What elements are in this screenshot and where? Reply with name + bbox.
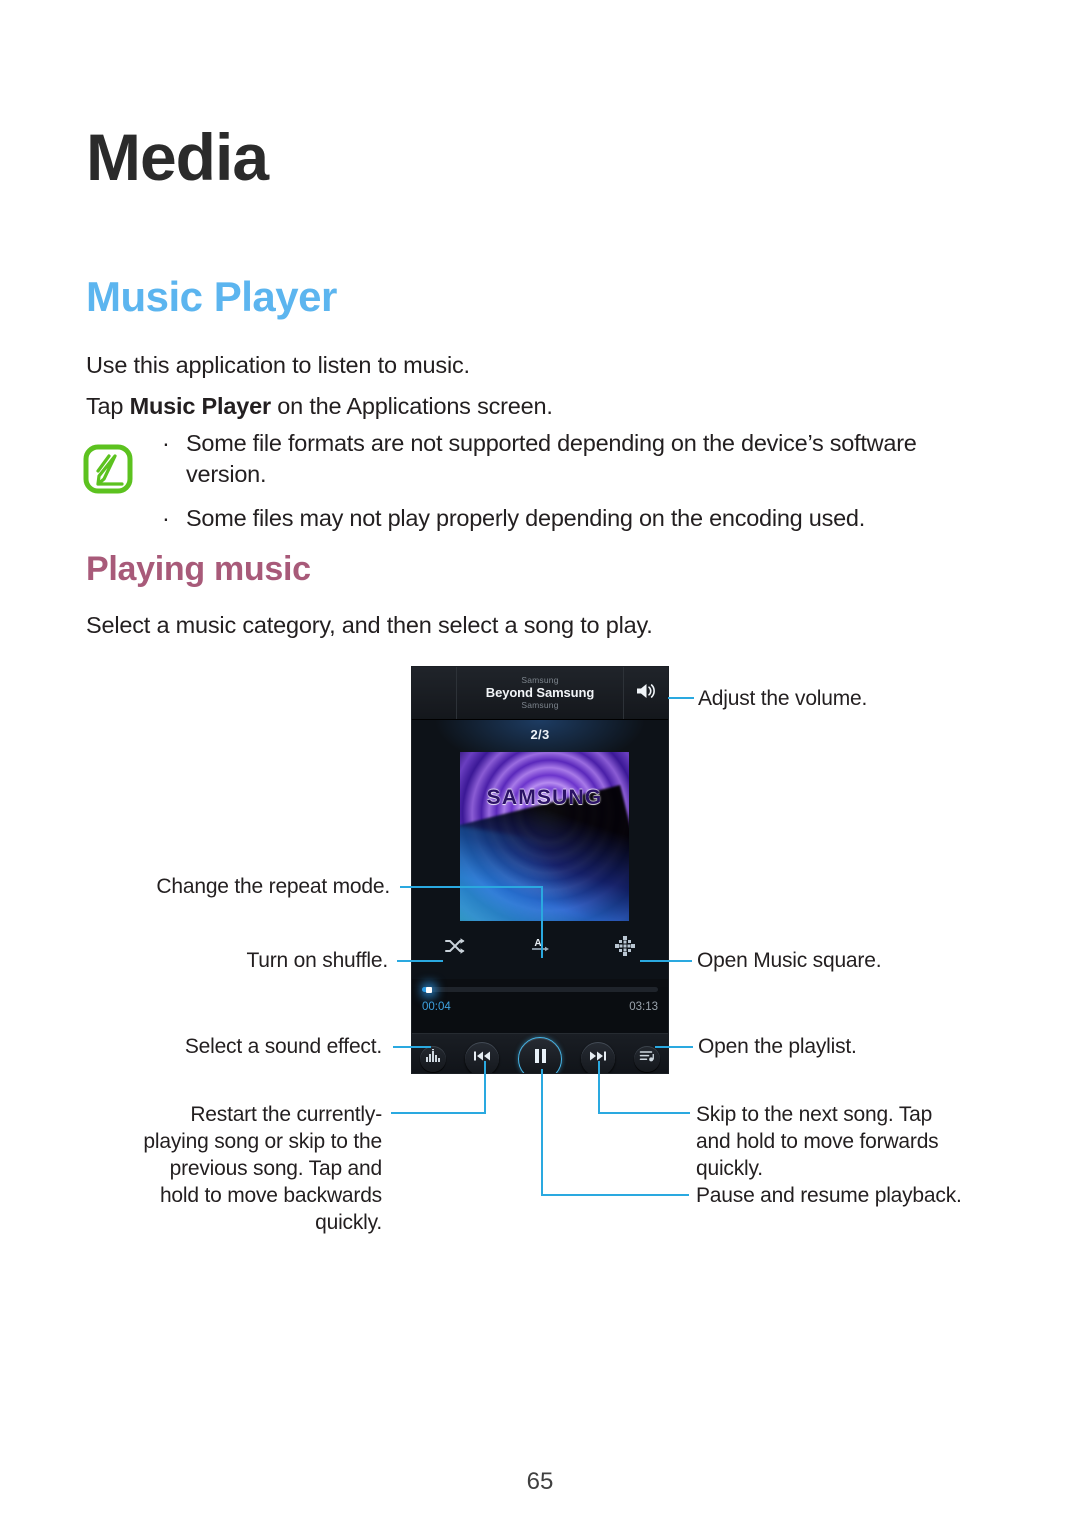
progress-section: 00:04 03:13: [412, 986, 668, 1033]
artist-name-top: Samsung: [521, 675, 559, 686]
previous-track-button[interactable]: [465, 1041, 499, 1073]
note-item: · Some files may not play properly depen…: [154, 503, 994, 534]
total-time: 03:13: [629, 1001, 658, 1013]
player-body: 2/3 SAMSUNG A: [412, 720, 668, 979]
section-heading: Music Player: [86, 273, 337, 320]
intro-2-suffix: on the Applications screen.: [270, 393, 553, 419]
progress-bar[interactable]: [422, 986, 658, 993]
repeat-all-icon: A: [528, 936, 552, 961]
note-bullet: ·: [162, 505, 170, 532]
intro-2-bold: Music Player: [129, 393, 271, 419]
page-number: 65: [526, 1468, 554, 1495]
current-time: 00:04: [422, 1001, 451, 1013]
album-art-brand-text: SAMSUNG: [486, 786, 603, 809]
callout-music-square: Open Music square.: [697, 949, 882, 972]
track-info: Samsung Beyond Samsung Samsung: [457, 667, 623, 719]
note-item-text: Some file formats are not supported depe…: [186, 430, 917, 487]
music-square-icon: [614, 935, 636, 962]
volume-button[interactable]: [623, 667, 668, 719]
intro-paragraph-1: Use this application to listen to music.: [86, 352, 470, 378]
track-count: 2/3: [530, 727, 550, 742]
callout-pause: Pause and resume playback.: [696, 1184, 962, 1207]
previous-track-icon: [473, 1049, 491, 1068]
phone-screenshot: Samsung Beyond Samsung Samsung 2/3 SAMSU…: [412, 667, 668, 1073]
note-item-text: Some files may not play properly dependi…: [186, 505, 866, 532]
callout-line-repeat-vertical: [541, 886, 543, 958]
repeat-button[interactable]: A: [497, 936, 582, 961]
callout-volume: Adjust the volume.: [698, 687, 868, 710]
callout-next: Skip to the next song. Tap and hold to m…: [696, 1103, 939, 1180]
callout-repeat: Change the repeat mode.: [156, 875, 390, 898]
chapter-title: Media: [86, 120, 269, 194]
intro-paragraph-2: Tap Music Player on the Applications scr…: [86, 391, 553, 422]
music-square-button[interactable]: [583, 935, 668, 962]
time-labels: 00:04 03:13: [422, 1001, 658, 1013]
playlist-button[interactable]: [634, 1045, 660, 1072]
callout-line-music-square: [640, 960, 692, 962]
callout-playlist: Open the playlist.: [698, 1035, 857, 1058]
subsection-intro: Select a music category, and then select…: [86, 612, 653, 638]
callout-line-sound-effect: [393, 1046, 431, 1048]
callout-line-previous-horizontal: [391, 1112, 486, 1114]
volume-icon: [635, 682, 657, 705]
playback-controls: [412, 1033, 668, 1073]
playlist-icon: [639, 1049, 656, 1068]
note-item: · Some file formats are not supported de…: [154, 428, 994, 489]
note-icon: [82, 443, 134, 495]
player-options-row: A: [412, 932, 668, 964]
progress-knob[interactable]: [426, 986, 433, 993]
callout-line-pause-horizontal: [541, 1194, 689, 1196]
callout-line-previous-vertical: [484, 1061, 486, 1113]
callout-previous: Restart the currently-playing song or sk…: [143, 1103, 382, 1234]
shuffle-button[interactable]: [412, 937, 497, 960]
note-bullet: ·: [162, 430, 170, 456]
sound-effect-button[interactable]: [420, 1045, 446, 1072]
callout-line-playlist: [655, 1046, 693, 1048]
sound-effect-icon: [425, 1049, 441, 1068]
manual-page: Media Music Player Use this application …: [0, 0, 1080, 1527]
callout-line-next-vertical: [598, 1061, 600, 1113]
callout-line-volume: [668, 697, 694, 699]
shuffle-icon: [444, 937, 466, 960]
intro-2-prefix: Tap: [86, 393, 130, 419]
callout-line-next-horizontal: [598, 1112, 690, 1114]
track-title: Beyond Samsung: [485, 685, 595, 701]
header-left-spacer: [412, 667, 457, 719]
album-art[interactable]: SAMSUNG: [460, 752, 629, 921]
callout-line-shuffle: [397, 960, 443, 962]
callout-line-pause-vertical: [541, 1069, 543, 1195]
callout-sound-effect: Select a sound effect.: [184, 1035, 382, 1058]
subsection-heading: Playing music: [86, 550, 311, 588]
note-list: · Some file formats are not supported de…: [154, 428, 994, 548]
pause-button[interactable]: [518, 1036, 562, 1073]
callout-shuffle: Turn on shuffle.: [246, 949, 388, 972]
callout-line-repeat-horizontal: [400, 886, 543, 888]
album-name: Samsung: [521, 699, 559, 710]
pause-icon: [532, 1047, 548, 1070]
player-header: Samsung Beyond Samsung Samsung: [412, 667, 668, 720]
